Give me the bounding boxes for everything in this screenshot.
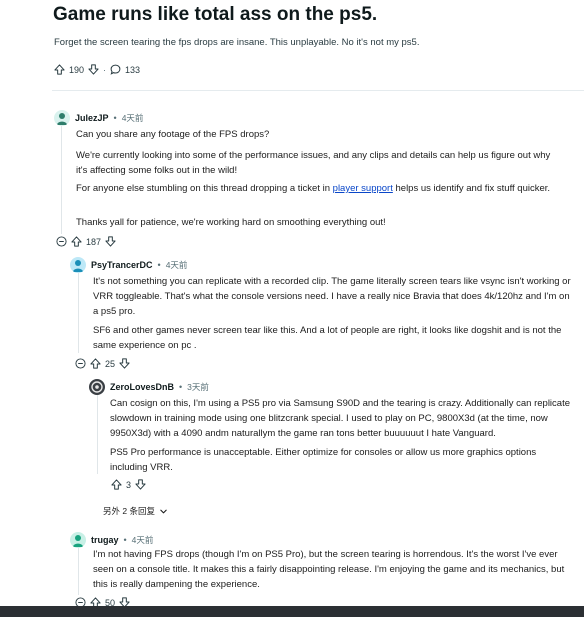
comment-text-segment: helps us identify and fix stuff quicker. <box>392 183 551 194</box>
comment-timestamp: 4天前 <box>121 113 144 123</box>
comment-text: Can cosign on this, I'm using a PS5 pro … <box>110 398 570 439</box>
thread-line <box>61 126 62 234</box>
avatar[interactable] <box>89 379 105 395</box>
comment-header: JulezJP • 4天前 <box>54 110 143 126</box>
comment-text: We're currently looking into some of the… <box>76 150 551 176</box>
comment-header: ZeroLovesDnB • 3天前 <box>89 379 209 395</box>
comment-text: I'm not having FPS drops (though I'm on … <box>93 549 565 590</box>
thread-line <box>78 273 79 353</box>
comment-timestamp: 4天前 <box>131 535 154 545</box>
comment-text: Can you share any footage of the FPS dro… <box>76 129 270 140</box>
downvote-icon[interactable] <box>119 358 130 369</box>
comment-vote-count: 3 <box>126 479 132 490</box>
comment-action-bar: 187 <box>56 236 116 247</box>
comment-action-bar: 25 <box>75 358 130 369</box>
separator: • <box>179 382 183 392</box>
comment-vote-count: 187 <box>86 236 102 247</box>
comment-text: SF6 and other games never screen tear li… <box>93 325 562 351</box>
post-vote-count: 190 <box>69 64 85 75</box>
comment-icon[interactable] <box>110 64 121 75</box>
downvote-icon[interactable] <box>135 479 146 490</box>
upvote-icon[interactable] <box>54 64 65 75</box>
upvote-icon[interactable] <box>90 358 101 369</box>
comment-author[interactable]: ZeroLovesDnB <box>110 382 174 392</box>
comment-author[interactable]: trugay <box>91 535 119 545</box>
upvote-icon[interactable] <box>71 236 82 247</box>
comment-timestamp: 4天前 <box>165 260 188 270</box>
separator: • <box>113 113 117 123</box>
avatar[interactable] <box>54 110 70 126</box>
thread-line <box>97 394 98 474</box>
comment-author[interactable]: PsyTrancerDC <box>91 260 153 270</box>
post-action-bar: 190 · 133 <box>54 64 140 75</box>
collapse-thread-icon[interactable] <box>75 358 86 369</box>
downvote-icon[interactable] <box>88 64 99 75</box>
comment-header: PsyTrancerDC • 4天前 <box>70 257 187 273</box>
upvote-icon[interactable] <box>111 479 122 490</box>
player-support-link[interactable]: player support <box>333 183 393 194</box>
comment-text: For anyone else stumbling on this thread… <box>76 181 566 196</box>
divider <box>52 90 584 91</box>
comment-vote-count: 25 <box>105 358 116 369</box>
separator: · <box>103 64 107 75</box>
comment-header: trugay • 4天前 <box>70 532 153 548</box>
post-title: Game runs like total ass on the ps5. <box>53 4 378 25</box>
separator: • <box>157 260 161 270</box>
comment-timestamp: 3天前 <box>187 382 209 392</box>
collapse-thread-icon[interactable] <box>56 236 67 247</box>
post-body: Forget the screen tearing the fps drops … <box>54 37 420 48</box>
os-taskbar <box>0 606 584 617</box>
more-replies-button[interactable]: 另外 2 条回复 <box>103 505 168 517</box>
chevron-down-icon <box>159 507 168 516</box>
reddit-thread-page: Game runs like total ass on the ps5. For… <box>0 0 584 617</box>
comment-action-bar: 3 <box>111 479 146 490</box>
comment-text: PS5 Pro performance is unacceptable. Eit… <box>110 447 537 473</box>
avatar[interactable] <box>70 532 86 548</box>
thread-line <box>78 545 79 595</box>
separator: • <box>123 535 127 545</box>
avatar[interactable] <box>70 257 86 273</box>
comment-text: Thanks yall for patience, we're working … <box>76 217 386 228</box>
comment-text: It's not something you can replicate wit… <box>93 276 571 317</box>
downvote-icon[interactable] <box>105 236 116 247</box>
more-replies-label: 另外 2 条回复 <box>103 506 155 516</box>
comment-text-segment: For anyone else stumbling on this thread… <box>76 183 333 194</box>
post-comment-count: 133 <box>125 64 141 75</box>
comment-author[interactable]: JulezJP <box>75 113 109 123</box>
